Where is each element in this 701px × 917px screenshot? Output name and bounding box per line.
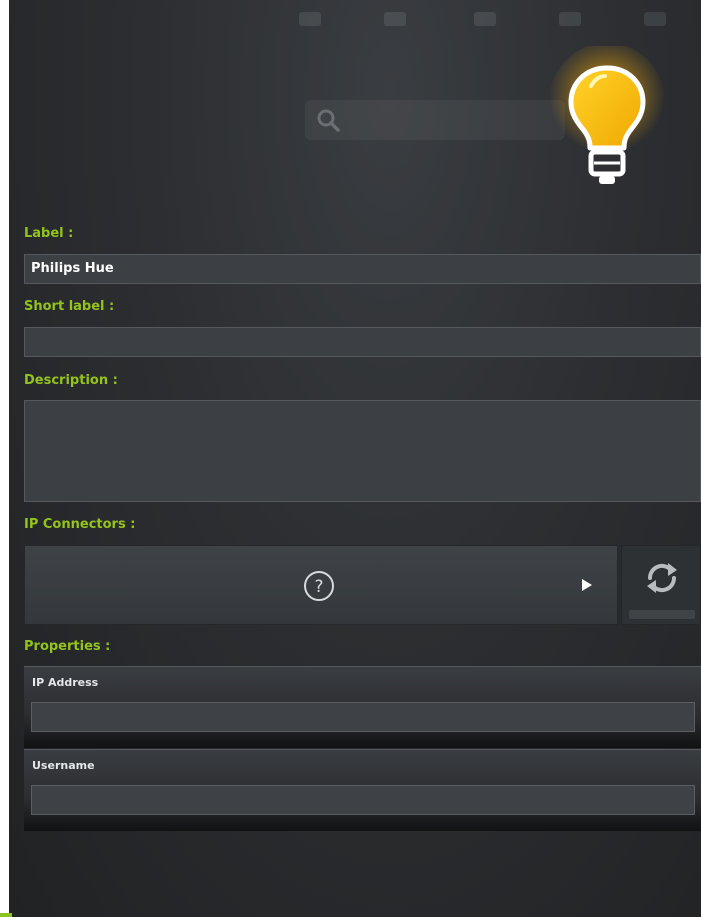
properties-caption: Properties : xyxy=(24,639,111,654)
properties-list: IP Address Username xyxy=(24,666,701,831)
search-icon xyxy=(317,109,340,132)
device-editor-panel: Label : Philips Hue Short label : Descri… xyxy=(9,0,701,917)
ip-address-input[interactable] xyxy=(31,702,695,732)
accent-strip xyxy=(0,913,12,917)
description-textarea[interactable] xyxy=(24,400,701,502)
username-input[interactable] xyxy=(31,785,695,815)
play-icon[interactable] xyxy=(581,578,593,592)
description-caption: Description : xyxy=(24,373,118,388)
question-icon: ? xyxy=(304,571,334,601)
refresh-progress-bar xyxy=(629,610,695,619)
short-label-input[interactable] xyxy=(24,327,701,357)
label-input[interactable]: Philips Hue xyxy=(24,254,701,284)
refresh-icon xyxy=(647,563,677,593)
lightbulb-icon xyxy=(549,46,665,184)
short-label-caption: Short label : xyxy=(24,299,115,314)
property-title: Username xyxy=(32,759,95,772)
label-caption: Label : xyxy=(24,226,74,241)
property-title: IP Address xyxy=(32,676,99,689)
svg-text:?: ? xyxy=(314,577,323,597)
toolbar-icon xyxy=(559,12,581,26)
refresh-button[interactable] xyxy=(621,545,701,625)
background-toolbar xyxy=(289,8,689,30)
toolbar-icon xyxy=(644,12,666,26)
toolbar-icon xyxy=(474,12,496,26)
ip-connectors-caption: IP Connectors : xyxy=(24,517,136,532)
ip-connector-selector[interactable]: ? xyxy=(24,545,618,625)
property-ip-address: IP Address xyxy=(24,666,701,748)
toolbar-icon xyxy=(299,12,321,26)
background-search-field xyxy=(305,100,565,140)
toolbar-icon xyxy=(384,12,406,26)
property-username: Username xyxy=(24,749,701,831)
